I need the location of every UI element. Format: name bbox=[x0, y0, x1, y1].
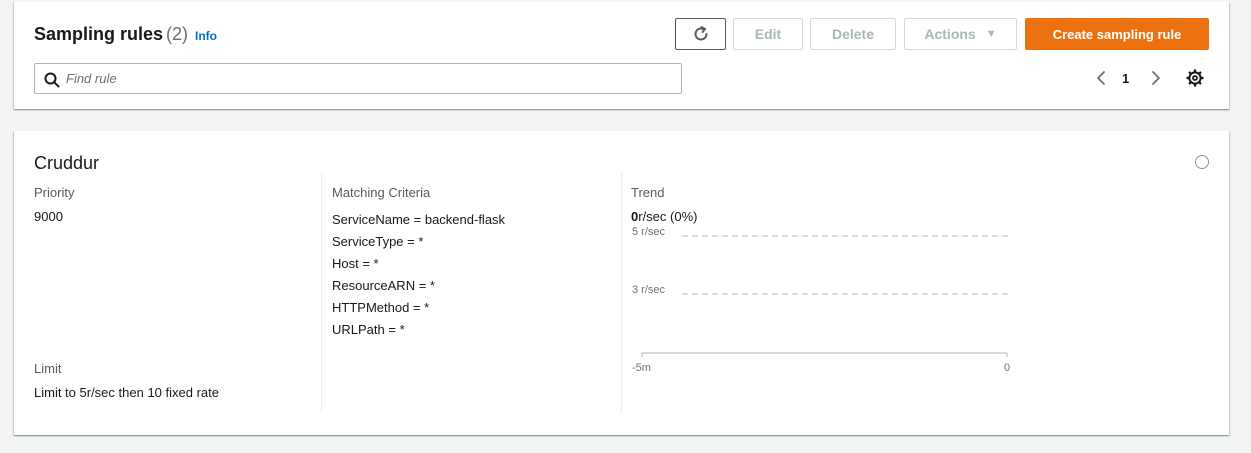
gear-icon[interactable] bbox=[1186, 69, 1204, 87]
trend-label: Trend bbox=[631, 185, 665, 200]
criteria-item: HTTPMethod = * bbox=[332, 300, 430, 315]
priority-label: Priority bbox=[34, 185, 75, 200]
y-tick-3: 3 r/sec bbox=[632, 284, 666, 296]
find-rule-input[interactable] bbox=[66, 64, 676, 93]
chevron-left-icon[interactable] bbox=[1095, 70, 1107, 86]
limit-value: Limit to 5r/sec then 10 fixed rate bbox=[34, 385, 219, 400]
trend-value-unit: r/sec (0%) bbox=[638, 209, 698, 224]
x-tick-end: 0 bbox=[1004, 362, 1010, 374]
criteria-item: ServiceName = backend-flask bbox=[332, 212, 506, 227]
actions-dropdown[interactable]: Actions ▼ bbox=[904, 18, 1017, 50]
page-title: Sampling rules bbox=[34, 24, 164, 44]
sampling-rule-card[interactable]: Cruddur Priority 9000 Limit Limit to 5r/… bbox=[14, 131, 1229, 435]
edit-button[interactable]: Edit bbox=[733, 18, 803, 50]
matching-criteria-label: Matching Criteria bbox=[332, 185, 431, 200]
criteria-item: ResourceARN = * bbox=[332, 278, 435, 293]
sampling-rules-header-panel: Sampling rules (2) Info Edit Delete Acti… bbox=[14, 2, 1229, 109]
caret-down-icon: ▼ bbox=[985, 28, 997, 40]
info-link[interactable]: Info bbox=[195, 29, 217, 43]
actions-label: Actions bbox=[924, 26, 976, 42]
priority-value: 9000 bbox=[34, 209, 63, 224]
search-icon bbox=[44, 72, 60, 88]
trend-chart: 5 r/sec 3 r/sec -5m 0 bbox=[632, 226, 1010, 374]
matching-criteria-list: ServiceName = backend-flask ServiceType … bbox=[332, 209, 505, 341]
rule-name: Cruddur bbox=[34, 153, 100, 173]
chevron-right-icon[interactable] bbox=[1150, 70, 1162, 86]
y-tick-5: 5 r/sec bbox=[632, 226, 666, 238]
rule-count: (2) bbox=[166, 24, 188, 44]
criteria-item: ServiceType = * bbox=[332, 234, 424, 249]
refresh-icon bbox=[694, 26, 708, 41]
trend-value: 0r/sec (0%) bbox=[631, 209, 697, 224]
criteria-item: URLPath = * bbox=[332, 322, 405, 337]
criteria-item: Host = * bbox=[332, 256, 379, 271]
search-box bbox=[34, 63, 682, 94]
column-divider bbox=[621, 172, 622, 413]
current-page-number[interactable]: 1 bbox=[1122, 71, 1129, 86]
rule-select-radio[interactable] bbox=[1195, 155, 1209, 169]
delete-button[interactable]: Delete bbox=[810, 18, 896, 50]
create-sampling-rule-button[interactable]: Create sampling rule bbox=[1025, 18, 1209, 50]
x-tick-start: -5m bbox=[632, 362, 651, 374]
limit-label: Limit bbox=[34, 361, 62, 376]
refresh-button[interactable] bbox=[675, 18, 726, 50]
column-divider bbox=[321, 172, 322, 413]
